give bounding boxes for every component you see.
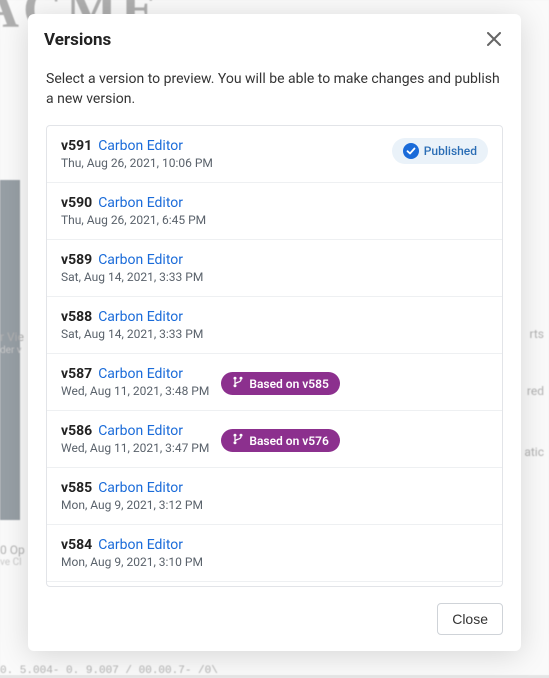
version-number: v586 (61, 423, 92, 439)
version-editor-link[interactable]: Carbon Editor (98, 138, 183, 154)
branch-icon (232, 433, 244, 448)
modal-title: Versions (44, 30, 111, 50)
version-editor-link[interactable]: Carbon Editor (98, 309, 183, 325)
version-row[interactable]: v590 Carbon Editor Thu, Aug 26, 2021, 6:45… (47, 183, 502, 240)
version-row[interactable]: v589 Carbon Editor Sat, Aug 14, 2021, 3:33… (47, 240, 502, 297)
based-on-badge: Based on v585 (221, 372, 339, 395)
versions-list-container: v591 Carbon Editor Thu, Aug 26, 2021, 10:0… (46, 125, 503, 587)
version-timestamp: Mon, Aug 9, 2021, 3:12 PM (61, 498, 203, 512)
version-number: v589 (61, 252, 92, 268)
version-number: v588 (61, 309, 92, 325)
version-editor-link[interactable]: Carbon Editor (98, 480, 183, 496)
version-timestamp: Thu, Aug 26, 2021, 6:45 PM (61, 213, 206, 227)
version-row[interactable]: v586 Carbon Editor Wed, Aug 11, 2021, 3:47… (47, 411, 502, 468)
version-number: v590 (61, 195, 92, 211)
version-editor-link[interactable]: Carbon Editor (98, 195, 183, 211)
version-editor-link[interactable]: Carbon Editor (98, 423, 183, 439)
version-row[interactable]: v587 Carbon Editor Wed, Aug 11, 2021, 3:48… (47, 354, 502, 411)
version-timestamp: Sat, Aug 14, 2021, 3:33 PM (61, 270, 203, 284)
version-number: v585 (61, 480, 92, 496)
modal-header: Versions (28, 14, 521, 62)
version-row[interactable]: v588 Carbon Editor Sat, Aug 14, 2021, 3:33… (47, 297, 502, 354)
version-timestamp: Sat, Aug 14, 2021, 3:33 PM (61, 327, 203, 341)
branch-icon (232, 376, 244, 391)
version-row[interactable]: v584 Carbon Editor Mon, Aug 9, 2021, 3:10 … (47, 525, 502, 582)
version-editor-link[interactable]: Carbon Editor (98, 252, 183, 268)
version-editor-link[interactable]: Carbon Editor (98, 537, 183, 553)
version-timestamp: Wed, Aug 11, 2021, 3:48 PM (61, 384, 209, 398)
version-editor-link[interactable]: Carbon Editor (98, 366, 183, 382)
version-number: v584 (61, 537, 92, 553)
modal-footer: Close (28, 587, 521, 651)
based-on-badge: Based on v576 (221, 429, 339, 452)
modal-description: Select a version to preview. You will be… (28, 62, 521, 125)
versions-list[interactable]: v591 Carbon Editor Thu, Aug 26, 2021, 10:0… (47, 126, 502, 586)
version-row[interactable]: v585 Carbon Editor Mon, Aug 9, 2021, 3:12 … (47, 468, 502, 525)
versions-modal: Versions Select a version to preview. Yo… (28, 14, 521, 651)
version-timestamp: Thu, Aug 26, 2021, 10:06 PM (61, 156, 213, 170)
version-number: v587 (61, 366, 92, 382)
version-row[interactable]: v591 Carbon Editor Thu, Aug 26, 2021, 10:0… (47, 126, 502, 183)
published-badge: Published (392, 138, 488, 164)
version-number: v591 (61, 138, 92, 154)
close-button[interactable]: Close (437, 603, 503, 635)
close-icon[interactable] (483, 28, 505, 52)
version-timestamp: Mon, Aug 9, 2021, 3:10 PM (61, 555, 203, 569)
check-circle-icon (403, 143, 419, 159)
version-timestamp: Wed, Aug 11, 2021, 3:47 PM (61, 441, 209, 455)
